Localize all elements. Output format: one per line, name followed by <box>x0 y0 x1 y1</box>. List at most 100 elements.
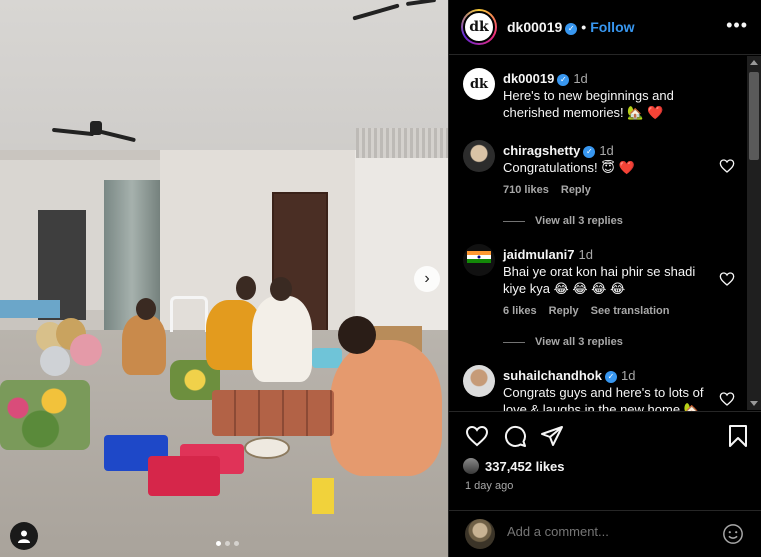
caption-avatar-logo: dk <box>469 76 489 92</box>
photo-balloon <box>70 334 102 366</box>
heart-icon[interactable] <box>465 424 489 448</box>
photo-person <box>330 340 442 476</box>
divider <box>503 220 525 222</box>
photo-person-head <box>236 276 256 300</box>
comment-likes[interactable]: 6 likes <box>503 305 537 317</box>
caption-avatar[interactable]: dk <box>463 68 495 100</box>
caption: dk dk00019 ✓ 1d Here's to new beginnings a… <box>463 68 743 128</box>
photo-person-head <box>270 277 292 301</box>
next-photo-button[interactable]: › <box>414 266 440 292</box>
carousel-dots <box>216 541 239 546</box>
ceiling-fan-icon <box>352 0 437 21</box>
post-photo[interactable]: › <box>0 0 448 557</box>
post-header: dk dk00019 ✓ • Follow ••• <box>449 0 761 55</box>
reply-button[interactable]: Reply <box>561 184 591 196</box>
comment-body: jaidmulani7 1d Bhai ye orat kon hai phir … <box>503 246 715 320</box>
share-icon[interactable] <box>540 424 564 448</box>
comments-scrollbar[interactable] <box>747 56 761 410</box>
comment-time: 1d <box>578 247 593 262</box>
photo-person <box>122 315 166 375</box>
comment-item: jaidmulani7 1d Bhai ye orat kon hai phir … <box>463 244 743 317</box>
comment-avatar[interactable] <box>463 244 495 276</box>
caption-username[interactable]: dk00019 <box>503 71 554 86</box>
see-translation-button[interactable]: See translation <box>591 305 670 317</box>
heart-icon[interactable] <box>719 271 735 287</box>
comment-body: chiragshetty ✓ 1d Congratulations! 😇 ❤️ 71… <box>503 142 715 199</box>
heart-icon[interactable] <box>719 391 735 407</box>
verified-icon: ✓ <box>565 23 578 35</box>
separator: • <box>581 19 587 35</box>
comment-avatar[interactable] <box>463 365 495 397</box>
photo-balloon <box>40 346 70 376</box>
more-icon: ••• <box>726 15 748 35</box>
caption-body: dk00019 ✓ 1d Here's to new beginnings and … <box>503 70 715 121</box>
ceiling-fan-icon <box>51 121 136 143</box>
comment-item: suhailchandhok ✓ 1d Congrats guys and here… <box>463 365 743 411</box>
verified-icon: ✓ <box>557 74 570 86</box>
comment-input[interactable] <box>507 524 707 539</box>
user-tag-button[interactable] <box>10 522 38 550</box>
comment-username[interactable]: chiragshetty <box>503 143 580 158</box>
follow-button[interactable]: Follow <box>590 19 634 35</box>
post-date[interactable]: 1 day ago <box>465 480 513 492</box>
user-tag-icon <box>18 530 30 543</box>
photo-flowers <box>0 380 90 450</box>
likes-count: 337,452 likes <box>485 458 565 474</box>
view-replies-button[interactable]: View all 3 replies <box>503 336 623 348</box>
comment-avatar[interactable] <box>463 140 495 172</box>
comment-icon[interactable] <box>503 424 527 448</box>
comments-list: dk dk00019 ✓ 1d Here's to new beginnings a… <box>449 56 749 411</box>
photo-bag <box>312 478 334 514</box>
verified-icon: ✓ <box>583 146 596 158</box>
caption-text: Here's to new beginnings and cherished m… <box>503 88 674 120</box>
comment-time: 1d <box>599 143 614 158</box>
photo-bricks <box>212 390 334 436</box>
add-comment-bar <box>449 510 761 557</box>
verified-icon: ✓ <box>604 371 617 383</box>
comment-item: chiragshetty ✓ 1d Congratulations! 😇 ❤️ 71… <box>463 140 743 200</box>
carousel-dot <box>216 541 221 546</box>
photo-stool <box>312 348 342 368</box>
comment-meta: 6 likes Reply See translation <box>503 303 715 320</box>
chevron-right-icon: › <box>424 270 430 287</box>
carousel-dot <box>225 541 230 546</box>
view-replies-label: View all 3 replies <box>535 215 623 227</box>
author-avatar-logo: dk <box>463 11 495 43</box>
bookmark-icon[interactable] <box>726 424 750 448</box>
author-avatar[interactable]: dk <box>461 9 497 45</box>
caption-time: 1d <box>573 71 588 86</box>
carousel-dot <box>234 541 239 546</box>
author-username[interactable]: dk00019 <box>507 19 562 35</box>
photo-chair <box>170 296 208 332</box>
current-user-avatar <box>465 519 495 549</box>
comment-username[interactable]: jaidmulani7 <box>503 247 575 262</box>
liker-avatar <box>463 458 479 474</box>
photo-ac-vent <box>356 128 448 158</box>
scroll-thumb[interactable] <box>749 72 759 160</box>
photo-wall-right <box>355 150 448 340</box>
reply-button[interactable]: Reply <box>549 305 579 317</box>
photo-pool <box>0 300 60 318</box>
photo-plate <box>244 437 290 459</box>
scroll-up-icon[interactable] <box>750 60 758 65</box>
view-replies-label: View all 3 replies <box>535 336 623 348</box>
comment-likes[interactable]: 710 likes <box>503 184 549 196</box>
photo-person-head <box>338 316 376 354</box>
scroll-down-icon[interactable] <box>750 401 758 406</box>
comment-text: Congrats guys and here's to lots of love… <box>503 385 704 411</box>
comment-username[interactable]: suhailchandhok <box>503 368 602 383</box>
more-options-button[interactable]: ••• <box>726 15 748 36</box>
comment-text: Congratulations! 😇 ❤️ <box>503 160 635 175</box>
photo-basket <box>148 456 220 496</box>
divider <box>503 341 525 343</box>
post-side-panel: dk dk00019 ✓ • Follow ••• dk dk00019 ✓ 1d Her… <box>448 0 761 557</box>
comment-text: Bhai ye orat kon hai phir se shadi kiye … <box>503 264 696 296</box>
photo-person-head <box>136 298 156 320</box>
heart-icon[interactable] <box>719 158 735 174</box>
comment-time: 1d <box>620 368 636 383</box>
view-replies-button[interactable]: View all 3 replies <box>503 215 623 227</box>
comment-body: suhailchandhok ✓ 1d Congrats guys and here… <box>503 367 715 411</box>
photo-person <box>252 296 312 382</box>
emoji-icon[interactable] <box>722 523 744 545</box>
likes-summary[interactable]: 337,452 likes <box>463 458 565 474</box>
